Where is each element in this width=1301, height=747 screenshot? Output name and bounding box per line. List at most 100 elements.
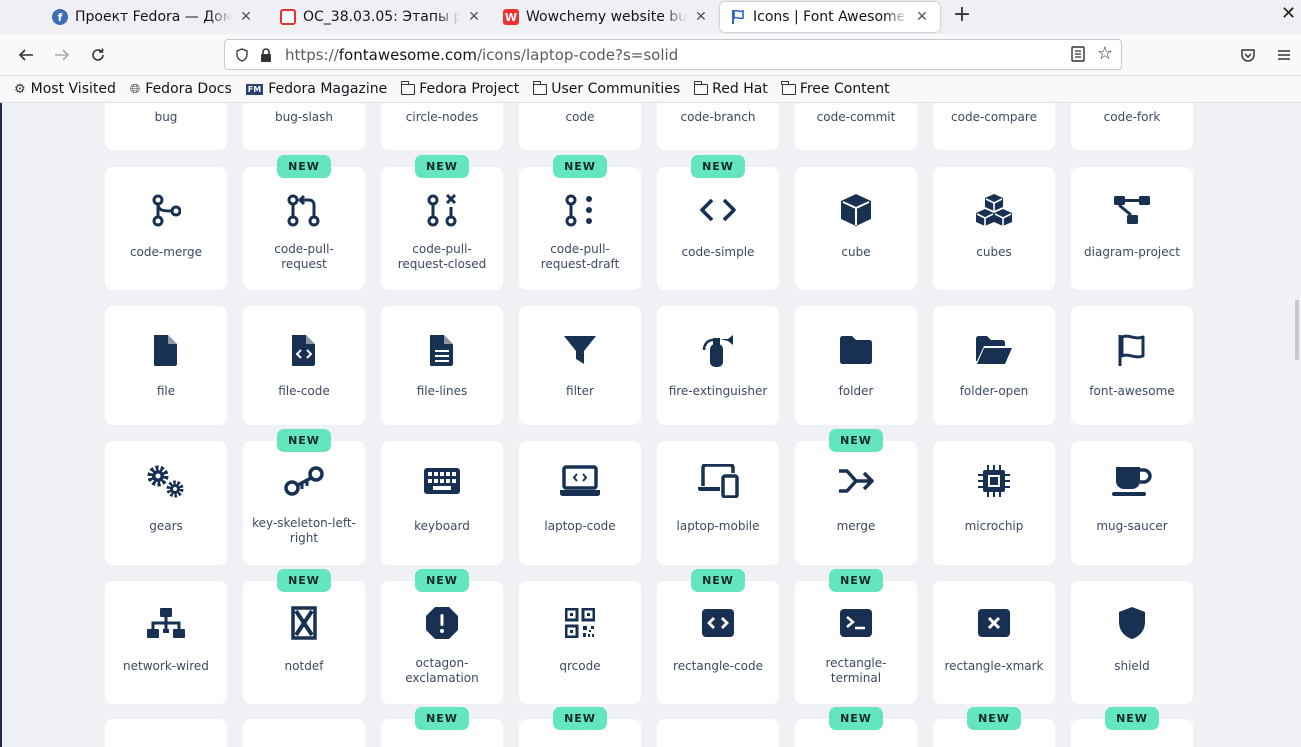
icon-card-merge[interactable]: merge (795, 441, 917, 565)
new-badge: NEW (829, 707, 883, 730)
bookmark-most-visited[interactable]: ⚙ Most Visited (14, 81, 116, 97)
icon-name: filter (566, 384, 594, 398)
scrollbar[interactable] (1295, 300, 1299, 360)
icon-card-laptop-mobile[interactable]: laptop-mobile (657, 441, 779, 565)
icon-card-code[interactable]: code (519, 103, 641, 150)
tab-wowchemy[interactable]: W Wowchemy website build ✕ (493, 2, 719, 32)
icon-card-file-lines[interactable]: file-lines (381, 306, 503, 425)
icon-card-code-pull-request-draft[interactable]: code-pull- request-draft (519, 167, 641, 290)
wowchemy-icon: W (503, 9, 519, 25)
window-close-icon[interactable]: ✕ (1281, 3, 1296, 24)
icon-name: rectangle-code (673, 659, 763, 673)
tab-fedora[interactable]: f Проект Fedora — Домаш ✕ (42, 2, 264, 32)
icon-card-code-pull-request-closed[interactable]: code-pull- request-closed (381, 167, 503, 290)
pocket-icon[interactable] (1236, 43, 1260, 67)
lock-icon[interactable] (259, 47, 273, 63)
icon-card-microchip[interactable]: microchip (933, 441, 1055, 565)
icon-card-mug-saucer[interactable]: mug-saucer (1071, 441, 1193, 565)
partial-4-icon (519, 741, 641, 747)
new-badge: NEW (415, 569, 469, 592)
close-tab-icon[interactable]: ✕ (914, 9, 930, 25)
folder-icon (781, 80, 796, 95)
close-tab-icon[interactable]: ✕ (693, 9, 709, 25)
icon-card-keyboard[interactable]: keyboard (381, 441, 503, 565)
icon-card-fire-extinguisher[interactable]: fire-extinguisher (657, 306, 779, 425)
icon-card-code-fork[interactable]: code-fork (1071, 103, 1193, 150)
icon-card-code-merge[interactable]: code-merge (105, 167, 227, 290)
icon-card-laptop-code[interactable]: laptop-code (519, 441, 641, 565)
globe-icon: 🌐︎ (129, 81, 141, 97)
icon-card-filter[interactable]: filter (519, 306, 641, 425)
icon-card-code-branch[interactable]: code-branch (657, 103, 779, 150)
tab-font-awesome[interactable]: Icons | Font Awesome ✕ (720, 2, 940, 32)
tab-course[interactable]: OC_38.03.05: Этапы реа ✕ (270, 2, 492, 32)
icon-name: shield (1114, 659, 1150, 673)
icon-card-code-commit[interactable]: code-commit (795, 103, 917, 150)
partial-6-icon (795, 741, 917, 747)
url-text[interactable]: https://fontawesome.com/icons/laptop-cod… (285, 46, 678, 64)
bookmark-fedora-project[interactable]: Fedora Project (400, 80, 519, 97)
new-tab-button[interactable]: + (952, 4, 972, 28)
icon-name: notdef (284, 659, 324, 673)
partial-1-icon (105, 741, 227, 747)
fedora-magazine-icon: FM (245, 83, 264, 95)
back-button[interactable] (14, 43, 38, 67)
icon-card-file[interactable]: file (105, 306, 227, 425)
icon-card-diagram-project[interactable]: diagram-project (1071, 167, 1193, 290)
icon-card-key-skeleton-left-right[interactable]: key-skeleton-left- right (243, 441, 365, 565)
file-code-icon (243, 330, 365, 370)
icon-name: cubes (976, 245, 1012, 259)
icon-name: code-fork (1103, 110, 1161, 124)
icon-card-shield[interactable]: shield (1071, 581, 1193, 704)
icon-card-font-awesome[interactable]: font-awesome (1071, 306, 1193, 425)
icon-card-folder[interactable]: folder (795, 306, 917, 425)
close-tab-icon[interactable]: ✕ (238, 9, 254, 25)
icon-name: rectangle- terminal (825, 656, 887, 685)
icon-card-cubes[interactable]: cubes (933, 167, 1055, 290)
bookmark-fedora-docs[interactable]: 🌐︎ Fedora Docs (130, 81, 232, 97)
bookmark-red-hat[interactable]: Red Hat (693, 80, 768, 97)
file-lines-icon (381, 330, 503, 370)
icon-card-gears[interactable]: gears (105, 441, 227, 565)
new-badge: NEW (277, 569, 331, 592)
microchip-icon (933, 461, 1055, 501)
icon-card-partial-1[interactable] (105, 719, 227, 747)
icon-card-bug-slash[interactable]: bug-slash (243, 103, 365, 150)
icon-card-code-compare[interactable]: code-compare (933, 103, 1055, 150)
icon-name: key-skeleton-left- right (252, 516, 356, 545)
icon-card-file-code[interactable]: file-code (243, 306, 365, 425)
icon-card-notdef[interactable]: notdef (243, 581, 365, 704)
icon-name: file (156, 384, 176, 398)
new-badge: NEW (691, 155, 745, 178)
icon-card-circle-nodes[interactable]: circle-nodes (381, 103, 503, 150)
url-bar[interactable]: https://fontawesome.com/icons/laptop-cod… (224, 39, 1122, 70)
icon-name: fire-extinguisher (668, 384, 768, 398)
icon-card-rectangle-xmark[interactable]: rectangle-xmark (933, 581, 1055, 704)
icon-card-octagon-exclamation[interactable]: octagon- exclamation (381, 581, 503, 704)
icon-card-folder-open[interactable]: folder-open (933, 306, 1055, 425)
close-tab-icon[interactable]: ✕ (466, 9, 482, 25)
new-badge: NEW (415, 155, 469, 178)
icon-card-code-pull-request[interactable]: code-pull- request (243, 167, 365, 290)
bookmark-free-content[interactable]: Free Content (781, 80, 890, 97)
bookmark-fedora-magazine[interactable]: FM Fedora Magazine (245, 81, 387, 97)
gear-icon: ⚙ (14, 81, 26, 97)
icon-card-bug[interactable]: bug (105, 103, 227, 150)
bookmark-star-icon[interactable]: ☆ (1097, 43, 1113, 64)
shield-icon[interactable] (235, 47, 249, 62)
icon-card-qrcode[interactable]: qrcode (519, 581, 641, 704)
bookmark-user-communities[interactable]: User Communities (532, 80, 680, 97)
keyboard-icon (381, 461, 503, 501)
icon-card-rectangle-terminal[interactable]: rectangle- terminal (795, 581, 917, 704)
forward-button[interactable] (50, 43, 74, 67)
icon-card-cube[interactable]: cube (795, 167, 917, 290)
icon-card-rectangle-code[interactable]: rectangle-code (657, 581, 779, 704)
tab-title: Проект Fedora — Домаш (75, 9, 232, 25)
icon-card-partial-2[interactable] (243, 719, 365, 747)
reload-button[interactable] (86, 43, 110, 67)
icon-card-partial-5[interactable] (657, 719, 779, 747)
icon-card-network-wired[interactable]: network-wired (105, 581, 227, 704)
reader-view-icon[interactable] (1071, 46, 1085, 62)
menu-icon[interactable] (1272, 43, 1296, 67)
icon-card-code-simple[interactable]: code-simple (657, 167, 779, 290)
